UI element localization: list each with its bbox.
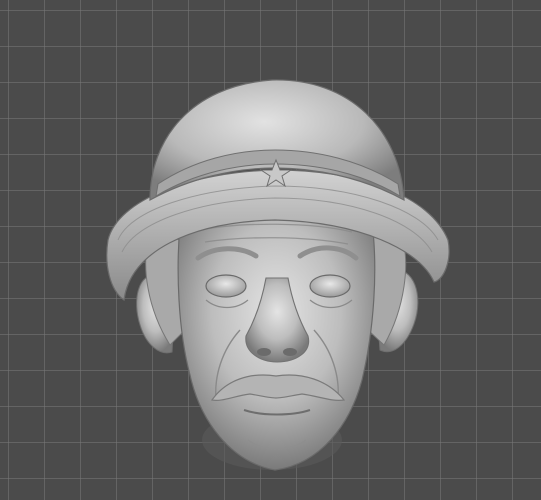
- right-eye: [309, 274, 351, 298]
- left-eye: [205, 274, 247, 298]
- 3d-viewport[interactable]: [0, 0, 541, 500]
- sculpted-head-model[interactable]: [0, 0, 541, 500]
- right-nostril: [283, 348, 297, 356]
- left-nostril: [257, 348, 271, 356]
